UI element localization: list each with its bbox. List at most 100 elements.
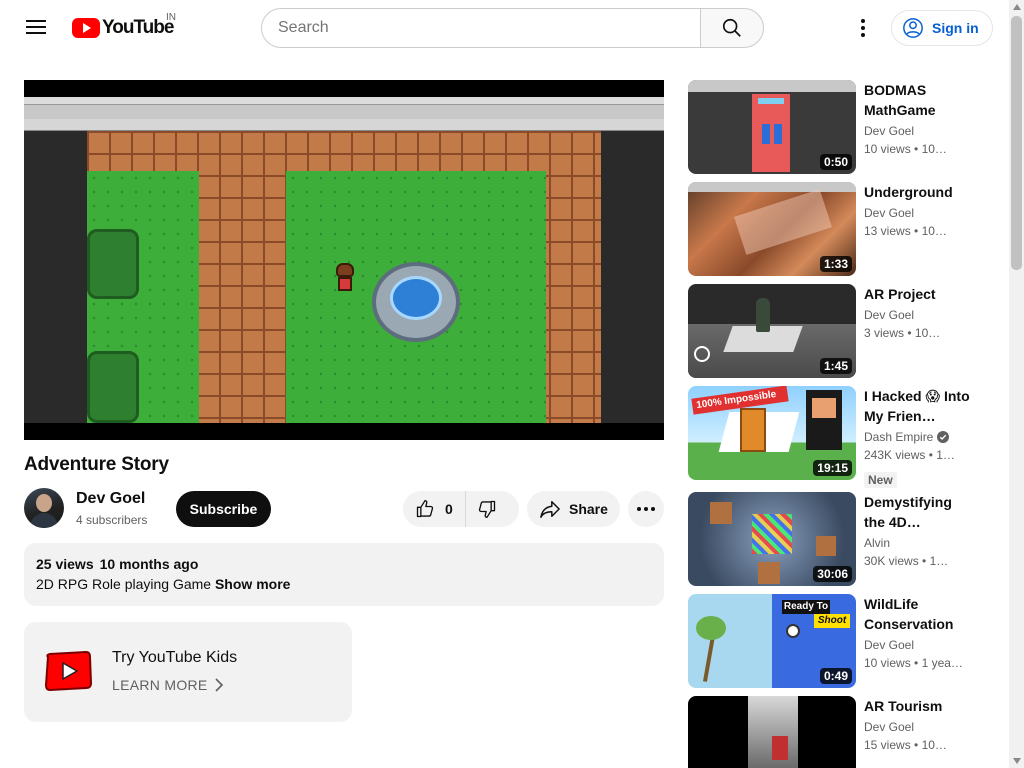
upload-age: 1… <box>929 554 949 568</box>
video-thumbnail[interactable]: 0:50 <box>688 80 856 174</box>
channel-name[interactable]: Dev Goel <box>864 720 914 734</box>
player-character <box>336 263 354 293</box>
share-icon <box>540 501 560 518</box>
game-scene <box>24 131 664 423</box>
menu-icon[interactable] <box>24 16 48 40</box>
view-count: 3 views <box>864 326 905 340</box>
search-button[interactable] <box>700 8 764 48</box>
recommended-video[interactable]: 1:45 AR Project Dev Goel 3 views • 10… <box>688 284 988 378</box>
video-title: Underground <box>864 184 953 200</box>
video-thumbnail[interactable]: 1:45 <box>688 284 856 378</box>
like-button[interactable]: 0 <box>403 491 466 527</box>
video-thumbnail[interactable]: 100% Impossible 19:15 <box>688 386 856 480</box>
video-title: WildLife Conservation <box>864 596 954 632</box>
country-code: IN <box>166 12 176 23</box>
show-more-link[interactable]: Show more <box>215 576 290 592</box>
view-count: 15 views <box>864 738 911 752</box>
hedge-bottom <box>87 351 139 423</box>
video-duration: 1:45 <box>819 358 852 374</box>
video-title: AR Tourism <box>864 698 943 714</box>
page-scrollbar[interactable] <box>1009 0 1024 768</box>
recommended-video[interactable]: 1:33 Underground Dev Goel 13 views • 10… <box>688 182 988 276</box>
video-title: Demystifying the 4D Rubik's… <box>864 494 952 530</box>
settings-more-icon[interactable] <box>851 16 875 40</box>
view-count: 10 views <box>864 656 911 670</box>
video-player[interactable] <box>24 80 664 440</box>
video-stats: 30K views • 1… <box>864 554 949 568</box>
video-stats: 10 views • 1 yea… <box>864 656 963 670</box>
more-actions-icon[interactable] <box>628 491 664 527</box>
view-count: 10 views <box>864 142 911 156</box>
chevron-right-icon <box>215 678 223 692</box>
channel-name[interactable]: Dev Goel <box>864 638 914 652</box>
description-text: 2D RPG Role playing Game Show more <box>36 576 652 592</box>
like-dislike-group: 0 <box>403 491 519 527</box>
youtube-logo[interactable]: YouTube <box>72 17 174 38</box>
editor-toolbar <box>24 105 664 119</box>
editor-game-tab <box>24 119 664 131</box>
scrollbar-thumb[interactable] <box>1011 16 1022 270</box>
upload-age: 10… <box>921 142 947 156</box>
sign-in-button[interactable]: Sign in <box>891 10 993 46</box>
upload-age: 10 months ago <box>99 556 199 572</box>
verified-check-icon <box>937 431 950 443</box>
thumbnail-text: Ready To <box>782 600 830 614</box>
dislike-button[interactable] <box>466 491 508 527</box>
recommended-video[interactable]: 100% Impossible 19:15 I Hacked 😱 Into My… <box>688 386 988 488</box>
account-icon <box>903 18 923 38</box>
editor-menu-bar <box>24 97 664 105</box>
thumbnail-text: Shoot <box>814 614 850 628</box>
kids-title: Try YouTube Kids <box>112 649 238 666</box>
recommended-video[interactable]: Ready To Shoot 0:49 WildLife Conservatio… <box>688 594 988 688</box>
youtube-kids-card[interactable]: Try YouTube Kids LEARN MORE <box>24 622 352 722</box>
video-thumbnail[interactable]: 1:33 <box>688 182 856 276</box>
video-stats: 10 views • 10… <box>864 142 947 156</box>
upload-age: 10… <box>921 224 947 238</box>
description-snippet: 2D RPG Role playing Game <box>36 576 212 592</box>
subscriber-count: 4 subscribers <box>76 513 148 527</box>
description-box[interactable]: 25 views 10 months ago 2D RPG Role playin… <box>24 543 664 606</box>
video-duration: 19:15 <box>813 460 852 476</box>
video-thumbnail[interactable]: Ready To Shoot 0:49 <box>688 594 856 688</box>
video-thumbnail[interactable]: 30:06 <box>688 492 856 586</box>
recommended-video[interactable]: 30:06 Demystifying the 4D Rubik's… Alvin… <box>688 492 988 586</box>
new-badge: New <box>864 472 897 488</box>
search-icon <box>722 18 741 37</box>
channel-name[interactable]: Dash Empire <box>864 430 950 444</box>
share-button[interactable]: Share <box>527 491 620 527</box>
upload-age: 10… <box>921 738 947 752</box>
learn-more-link[interactable]: LEARN MORE <box>112 677 224 693</box>
video-stats: 25 views 10 months ago <box>36 556 652 572</box>
thumbs-up-icon <box>416 500 434 518</box>
hedge-top <box>87 229 139 299</box>
video-thumbnail[interactable] <box>688 696 856 768</box>
logo-text: YouTube <box>102 17 174 38</box>
channel-name[interactable]: Dev Goel <box>864 124 914 138</box>
sign-in-label: Sign in <box>932 20 979 36</box>
recommended-video[interactable]: 0:50 BODMAS MathGame Dev Goel 10 views •… <box>688 80 988 174</box>
channel-avatar[interactable] <box>24 488 64 528</box>
channel-name[interactable]: Dev Goel <box>864 308 914 322</box>
video-stats: 13 views • 10… <box>864 224 947 238</box>
video-duration: 0:50 <box>819 154 852 170</box>
channel-name[interactable]: Alvin <box>864 536 890 550</box>
fountain <box>372 262 460 342</box>
subscribe-button[interactable]: Subscribe <box>176 491 271 527</box>
view-count: 30K views <box>864 554 919 568</box>
video-title: Adventure Story <box>24 454 169 475</box>
recommended-video[interactable]: AR Tourism Dev Goel 15 views • 10… <box>688 696 988 768</box>
video-stats: 3 views • 10… <box>864 326 941 340</box>
video-title: I Hacked 😱 Into My Frien… <box>864 388 970 424</box>
learn-more-label: LEARN MORE <box>112 677 208 693</box>
scroll-down-arrow-icon[interactable] <box>1013 758 1021 764</box>
view-count: 243K views <box>864 448 926 462</box>
youtube-play-icon <box>72 18 100 38</box>
channel-name[interactable]: Dev Goel <box>76 490 145 508</box>
scroll-up-arrow-icon[interactable] <box>1013 4 1021 10</box>
youtube-kids-logo-icon <box>44 651 92 691</box>
channel-name[interactable]: Dev Goel <box>864 206 914 220</box>
upload-age: 1 yea… <box>921 656 963 670</box>
upload-age: 10… <box>914 326 941 340</box>
video-stats: 15 views • 10… <box>864 738 947 752</box>
search-input[interactable] <box>261 8 701 48</box>
